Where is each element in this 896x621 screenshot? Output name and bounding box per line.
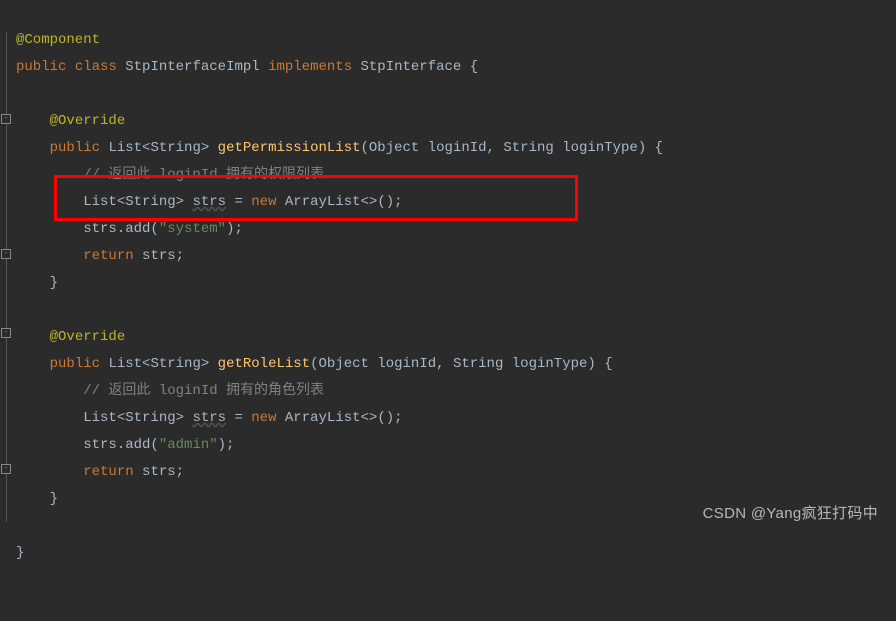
fold-button[interactable]: - bbox=[1, 328, 11, 338]
gutter: - - - - bbox=[0, 0, 14, 533]
fold-button[interactable]: - bbox=[1, 464, 11, 474]
code-line: } bbox=[16, 545, 24, 561]
code-line: } bbox=[16, 275, 58, 291]
code-line: return strs; bbox=[16, 464, 184, 480]
code-line: // 返回此 loginId 拥有的角色列表 bbox=[16, 383, 324, 399]
code-line: List<String> strs = new ArrayList<>(); bbox=[16, 410, 403, 426]
code-line: public List<String> getRoleList(Object l… bbox=[16, 356, 613, 372]
method-name: getPermissionList bbox=[218, 140, 361, 156]
code-line: // 返回此 loginId 拥有的权限列表 bbox=[16, 167, 324, 183]
watermark: CSDN @Yang疯狂打码中 bbox=[703, 502, 878, 523]
code-line: } bbox=[16, 491, 58, 507]
code-line: @Override bbox=[16, 113, 125, 129]
fold-line bbox=[6, 32, 7, 522]
code-line: @Override bbox=[16, 329, 125, 345]
annotation: @Component bbox=[16, 32, 100, 48]
code-line: public List<String> getPermissionList(Ob… bbox=[16, 140, 663, 156]
code-line: @Component bbox=[16, 32, 100, 48]
fold-button[interactable]: - bbox=[1, 249, 11, 259]
code-area[interactable]: @Component public class StpInterfaceImpl… bbox=[14, 0, 896, 533]
code-line: return strs; bbox=[16, 248, 184, 264]
method-name: getRoleList bbox=[218, 356, 310, 372]
code-line: strs.add("admin"); bbox=[16, 437, 234, 453]
code-line: public class StpInterfaceImpl implements… bbox=[16, 59, 478, 75]
code-line: List<String> strs = new ArrayList<>(); bbox=[16, 194, 403, 210]
code-editor: - - - - @Component public class StpInter… bbox=[0, 0, 896, 533]
fold-button[interactable]: - bbox=[1, 114, 11, 124]
code-line: strs.add("system"); bbox=[16, 221, 243, 237]
